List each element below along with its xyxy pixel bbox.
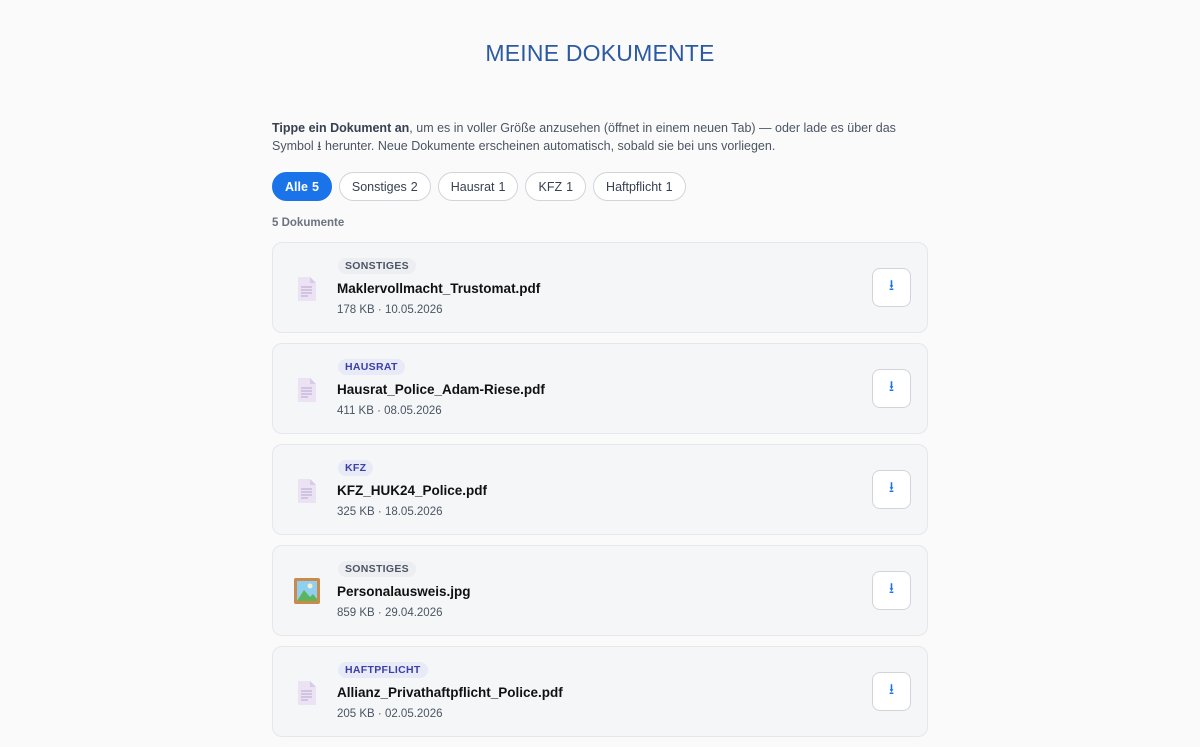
filter-chip-sonstiges[interactable]: Sonstiges 2	[338, 172, 431, 201]
filter-chip-label: Sonstiges	[351, 179, 407, 194]
pdf-file-icon	[295, 478, 319, 504]
download-button[interactable]: ⭳	[872, 369, 911, 408]
document-card[interactable]: HAFTPFLICHT Allianz_Privathaftpflicht_Pol…	[272, 646, 928, 737]
document-name: Allianz_Privathaftpflicht_Police.pdf	[337, 685, 563, 700]
document-card[interactable]: HAUSRAT Hausrat_Police_Adam-Riese.pdf 411 …	[272, 343, 928, 434]
document-name: Personalausweis.jpg	[337, 584, 471, 599]
download-icon: ⭳	[888, 277, 895, 294]
filter-chip-count: 1	[566, 179, 574, 194]
category-badge: HAUSRAT	[338, 359, 405, 375]
image-file-icon	[294, 578, 320, 604]
filter-chip-label: Hausrat	[450, 179, 495, 194]
document-name: Maklervollmacht_Trustomat.pdf	[337, 281, 541, 296]
filter-chip-label: Haftpflicht	[606, 179, 662, 194]
document-card[interactable]: SONSTIGES Personalausweis.jpg 859 KB · 29.…	[272, 545, 928, 636]
filter-chip-count: 2	[410, 179, 418, 194]
category-badge: SONSTIGES	[338, 258, 416, 274]
document-card[interactable]: KFZ KFZ_HUK24_Police.pdf 325 KB · 18.05.20…	[272, 444, 928, 535]
download-icon: ⭳	[888, 378, 895, 395]
download-icon: ⭳	[888, 479, 895, 496]
filter-chip-count: 1	[665, 179, 673, 194]
pdf-file-icon	[295, 276, 319, 302]
category-badge: KFZ	[338, 460, 374, 476]
filter-chip-alle[interactable]: Alle 5	[272, 172, 332, 201]
download-icon: ⭳	[888, 681, 895, 698]
document-meta: 205 KB · 02.05.2026	[337, 708, 443, 720]
filter-chip-hausrat[interactable]: Hausrat 1	[437, 172, 519, 201]
intro-text-part2: herunter. Neue Dokumente erscheinen auto…	[321, 139, 776, 153]
category-badge: SONSTIGES	[338, 561, 416, 577]
document-meta: 325 KB · 18.05.2026	[337, 506, 443, 518]
intro-text: Tippe ein Dokument an, um es in voller G…	[272, 119, 928, 155]
documents-panel: Tippe ein Dokument an, um es in voller G…	[272, 119, 928, 737]
page-title: MEINE DOKUMENTE	[485, 40, 715, 66]
filter-chip-label: Alle	[285, 179, 308, 194]
intro-bold: Tippe ein Dokument an	[272, 121, 410, 135]
category-badge: HAFTPFLICHT	[338, 662, 428, 678]
download-button[interactable]: ⭳	[872, 672, 911, 711]
document-meta: 411 KB · 08.05.2026	[337, 405, 442, 417]
filter-chip-kfz[interactable]: KFZ 1	[525, 172, 587, 201]
pdf-file-icon	[295, 680, 319, 706]
document-list: SONSTIGES Maklervollmacht_Trustomat.pdf 17…	[272, 242, 928, 737]
document-card[interactable]: SONSTIGES Maklervollmacht_Trustomat.pdf 17…	[272, 242, 928, 333]
document-name: Hausrat_Police_Adam-Riese.pdf	[337, 382, 545, 397]
filter-chip-label: KFZ	[538, 179, 563, 194]
download-button[interactable]: ⭳	[872, 268, 911, 307]
filter-chip-haftpflicht[interactable]: Haftpflicht 1	[593, 172, 686, 201]
filter-bar: Alle 5 Sonstiges 2 Hausrat 1 KFZ 1 Haftpflicht 1	[272, 172, 928, 201]
download-button[interactable]: ⭳	[872, 571, 911, 610]
filter-chip-count: 5	[311, 179, 319, 194]
document-name: KFZ_HUK24_Police.pdf	[337, 483, 488, 498]
pdf-file-icon	[295, 377, 319, 403]
download-button[interactable]: ⭳	[872, 470, 911, 509]
download-icon: ⭳	[888, 580, 895, 597]
document-meta: 178 KB · 10.05.2026	[337, 304, 443, 316]
filter-chip-count: 1	[498, 179, 506, 194]
document-meta: 859 KB · 29.04.2026	[337, 607, 443, 619]
document-count: 5 Dokumente	[272, 217, 345, 229]
